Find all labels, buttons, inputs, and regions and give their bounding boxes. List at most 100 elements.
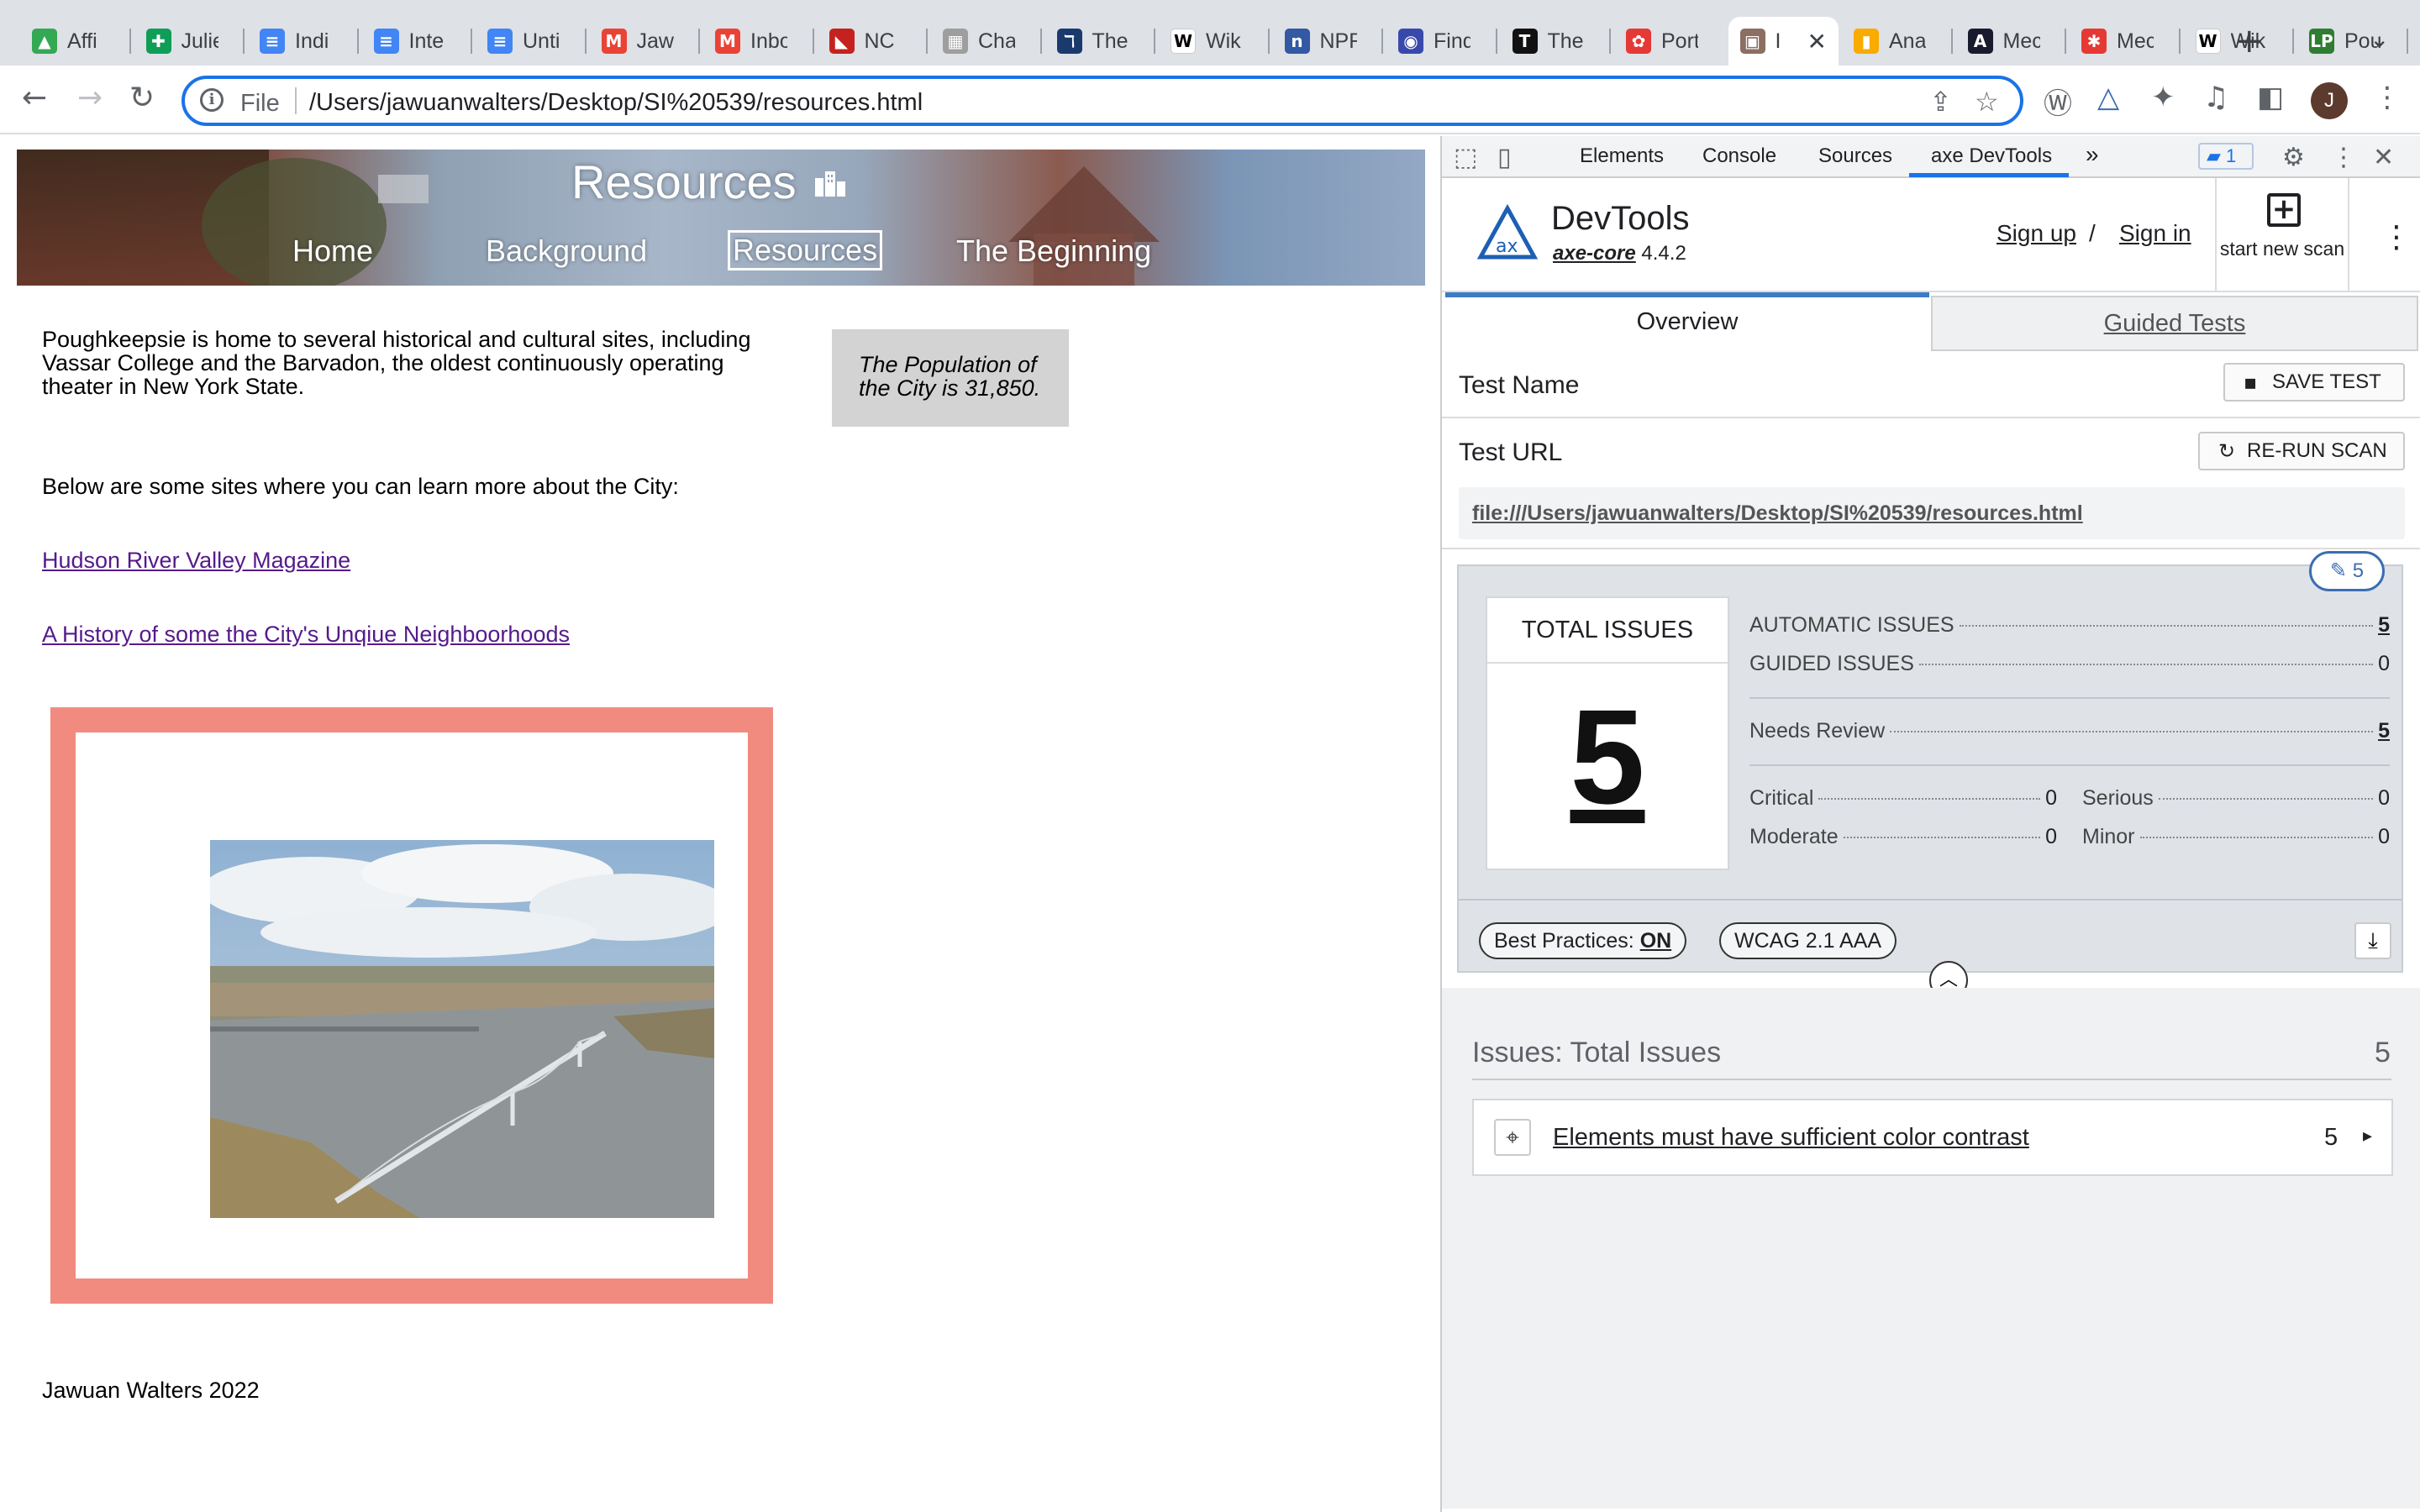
browser-tab[interactable]: LP Pou <box>2297 17 2408 66</box>
close-tab-icon[interactable]: ✕ <box>1807 28 1827 55</box>
more-tabs-icon[interactable]: » <box>2086 141 2099 168</box>
tab-overview[interactable]: Overview <box>1445 292 1929 351</box>
tab-separator <box>812 29 814 54</box>
browser-tab-label: Find <box>1434 29 1470 53</box>
browser-tab[interactable]: n NPR <box>1273 17 1383 66</box>
browser-toolbar: ← → ↻ i File /Users/jawuanwalters/Deskto… <box>0 66 2420 134</box>
side-panel-icon[interactable]: ◧ <box>2257 81 2284 114</box>
browser-tab[interactable]: ◣ NC <box>818 17 928 66</box>
test-url-link[interactable]: file:///Users/jawuanwalters/Desktop/SI%2… <box>1459 487 2405 539</box>
browser-tab[interactable]: ℸ The <box>1045 17 1155 66</box>
nav-home[interactable]: Home <box>292 234 373 269</box>
axe-core-link[interactable]: axe-core <box>1553 242 1636 265</box>
close-devtools-icon[interactable]: ✕ <box>2373 143 2394 172</box>
browser-tab[interactable]: ✱ Mec <box>2070 17 2181 66</box>
guided-issues-count: 0 <box>2378 652 2390 675</box>
axe-tabs: Overview Guided Tests <box>1442 292 2420 351</box>
browser-tab[interactable]: T The <box>1501 17 1611 66</box>
forward-arrow-icon[interactable]: → <box>77 81 103 115</box>
banner-roof-graphic <box>1008 166 1160 242</box>
sign-in-link[interactable]: Sign in <box>2119 220 2191 247</box>
photo-frame <box>50 707 773 1304</box>
devtools-panel: ⬚ ▯ Elements Console Sources axe DevTool… <box>1440 136 2420 1512</box>
new-tab-button[interactable]: + <box>2235 22 2264 60</box>
extensions-puzzle-icon[interactable]: ✦ <box>2151 81 2175 114</box>
start-new-scan-button[interactable]: + start new scan <box>2215 178 2349 292</box>
browser-tab[interactable]: ▲ Affi <box>20 17 131 66</box>
wikipedia-icon: W <box>1171 29 1196 54</box>
medium-icon: A <box>1967 29 1993 54</box>
guided-issues-row: GUIDED ISSUES 0 <box>1749 652 2390 676</box>
devtools-tab-elements[interactable]: Elements <box>1580 144 1664 168</box>
profile-avatar[interactable]: J <box>2311 82 2348 119</box>
issue-row-color-contrast[interactable]: ⌖ Elements must have sufficient color co… <box>1472 1099 2393 1176</box>
browser-tab[interactable]: ▮ Ana <box>1842 17 1953 66</box>
inspect-element-icon[interactable]: ⬚ <box>1454 143 1477 172</box>
browser-tab[interactable]: ▣ I ✕ <box>1728 17 1839 66</box>
browser-tab-label: Mec <box>2002 29 2040 53</box>
page-title: Resources <box>571 155 797 208</box>
add-scan-icon: + <box>2267 193 2301 227</box>
link-hudson-river-valley-magazine[interactable]: Hudson River Valley Magazine <box>42 548 350 574</box>
expand-arrow-icon[interactable]: ▸ <box>2363 1126 2372 1147</box>
address-bar[interactable]: i File /Users/jawuanwalters/Desktop/SI%2… <box>182 76 2023 126</box>
wcag-standard-selector[interactable]: WCAG 2.1 AAA <box>1719 922 1897 959</box>
download-icon[interactable]: ⤓ <box>2354 922 2391 959</box>
devtools-tab-console[interactable]: Console <box>1702 144 1776 168</box>
browser-tab[interactable]: ✿ Port <box>1614 17 1725 66</box>
browser-menu-icon[interactable]: ⋮ <box>2373 81 2402 114</box>
browser-tab[interactable]: ≡ Indi <box>248 17 359 66</box>
summary-footer-divider <box>1459 899 2402 900</box>
browser-tab-label: Inbo <box>750 29 787 53</box>
photo-mat <box>76 732 748 1278</box>
browser-tab[interactable]: M Jaw <box>590 17 700 66</box>
axe-extension-icon[interactable]: △ <box>2097 81 2119 114</box>
settings-gear-icon[interactable]: ⚙ <box>2282 143 2305 172</box>
tab-separator <box>129 29 131 54</box>
best-practices-toggle[interactable]: Best Practices: ON <box>1479 922 1687 959</box>
devtools-tab-sources[interactable]: Sources <box>1818 144 1892 168</box>
browser-tab[interactable]: M Inbo <box>703 17 814 66</box>
reload-icon[interactable]: ↻ <box>129 81 155 115</box>
nyt-icon: T <box>1512 29 1538 54</box>
axe-menu-icon[interactable]: ⋮ <box>2381 220 2412 255</box>
total-issues-count[interactable]: 5 <box>1487 685 1728 828</box>
info-icon[interactable]: i <box>200 88 224 112</box>
issue-rule-label[interactable]: Elements must have sufficient color cont… <box>1553 1124 2029 1152</box>
save-test-button[interactable]: ▪ SAVE TEST <box>2223 363 2405 402</box>
nav-resources[interactable]: Resources <box>728 230 883 270</box>
tab-guided-tests[interactable]: Guided Tests <box>1931 296 2418 351</box>
highlight-target-icon[interactable]: ⌖ <box>1494 1119 1531 1156</box>
issues-badge[interactable]: ▰ 1 <box>2198 143 2254 170</box>
issues-heading: Issues: Total Issues <box>1472 1037 1722 1068</box>
browser-tab[interactable]: A Mec <box>1956 17 2066 66</box>
link-neighborhoods-history[interactable]: A History of some the City's Unqiue Neig… <box>42 622 570 648</box>
issues-summary-card: ✎ 5 TOTAL ISSUES 5 AUTOMATIC ISSUES 5 GUI… <box>1457 551 2403 1000</box>
devtools-tab-axe[interactable]: axe DevTools <box>1931 144 2052 168</box>
devtools-menu-icon[interactable]: ⋮ <box>2331 143 2356 172</box>
rerun-scan-button[interactable]: ↻ RE-RUN SCAN <box>2198 432 2405 470</box>
sign-up-link[interactable]: Sign up <box>1996 220 2076 247</box>
tab-search-chevron-icon[interactable]: ⌄ <box>2370 25 2389 53</box>
browser-tab[interactable]: W Wik <box>1159 17 1270 66</box>
bookmark-star-icon[interactable]: ☆ <box>1975 86 1999 118</box>
needs-review-count[interactable]: 5 <box>2378 719 2390 743</box>
edit-issues-button[interactable]: ✎ 5 <box>2309 551 2385 591</box>
browser-tab-label: Mec <box>2117 29 2154 53</box>
back-arrow-icon[interactable]: ← <box>22 81 47 115</box>
wordpress-extension-icon[interactable]: Ⓦ <box>2044 81 2072 122</box>
browser-tab[interactable]: ≡ Inte <box>362 17 472 66</box>
browser-tab[interactable]: ◉ Find <box>1386 17 1497 66</box>
share-icon[interactable]: ⇪ <box>1929 86 1952 118</box>
browser-tab[interactable]: ✚ Julie <box>134 17 245 66</box>
moderate-row: Moderate 0 <box>1749 825 2057 849</box>
nav-background[interactable]: Background <box>486 234 647 269</box>
browser-tab[interactable]: ▦ Cha <box>931 17 1042 66</box>
browser-tab[interactable]: ≡ Unti <box>476 17 587 66</box>
automatic-issues-count[interactable]: 5 <box>2378 613 2390 638</box>
media-controls-icon[interactable]: ♫ <box>2203 81 2228 114</box>
web-page: Resources Home Background Resources The … <box>0 136 1440 1512</box>
address-url[interactable]: /Users/jawuanwalters/Desktop/SI%20539/re… <box>309 89 923 117</box>
nav-the-beginning[interactable]: The Beginning <box>956 234 1151 269</box>
device-toolbar-icon[interactable]: ▯ <box>1497 143 1512 172</box>
